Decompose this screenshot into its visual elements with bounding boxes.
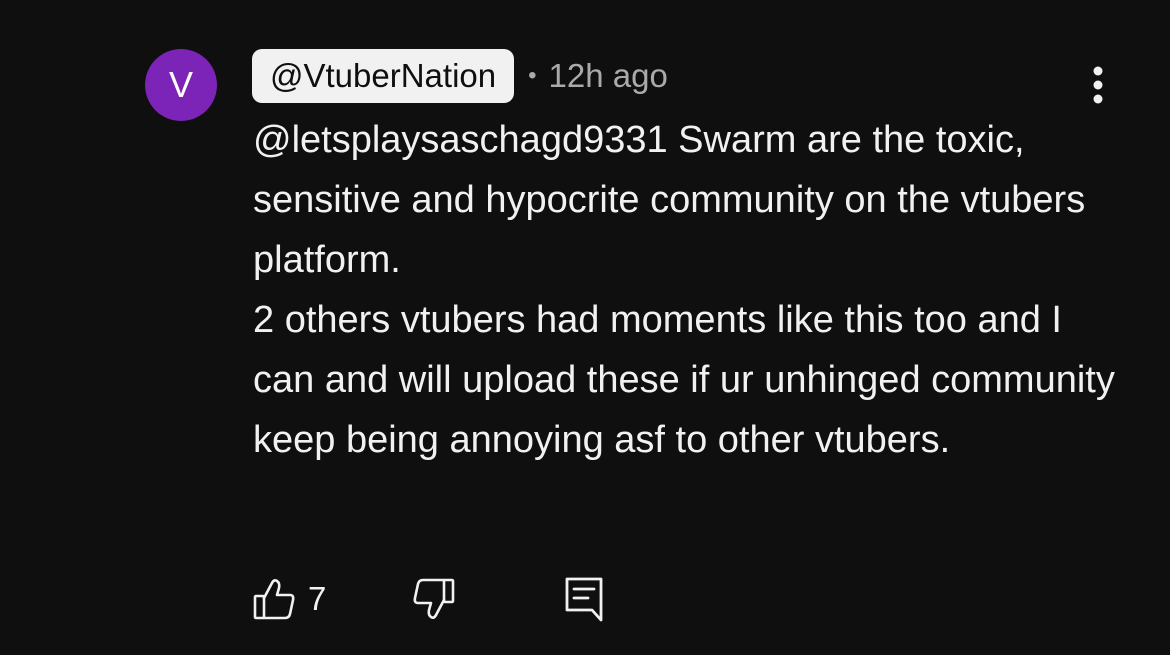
author-handle-chip[interactable]: @VtuberNation [252, 49, 515, 103]
comment-header: @VtuberNation • 12h ago [252, 49, 668, 103]
comment-paragraph: 2 others vtubers had moments like this t… [253, 299, 1115, 461]
more-vertical-icon [1093, 66, 1103, 104]
separator-dot: • [528, 62, 537, 89]
author-handle: @VtuberNation [270, 57, 497, 94]
comment-timestamp[interactable]: 12h ago [549, 57, 668, 95]
comment-body: @letsplaysaschagd9331 Swarm are the toxi… [253, 110, 1133, 470]
thumbs-up-icon [253, 579, 295, 620]
comment-paragraph: @letsplaysaschagd9331 Swarm are the toxi… [253, 119, 1086, 281]
avatar-letter: V [168, 64, 193, 105]
dislike-button[interactable] [412, 572, 456, 626]
comment-actions: 7 [252, 572, 604, 626]
thumbs-down-icon [413, 578, 455, 619]
like-button[interactable]: 7 [252, 572, 326, 626]
like-count: 7 [308, 580, 327, 617]
comment-thread: V @VtuberNation • 12h ago @letsplaysasch… [0, 0, 1170, 655]
avatar[interactable]: V [145, 49, 217, 121]
reply-button[interactable] [564, 572, 604, 626]
more-options-button[interactable] [1080, 62, 1116, 108]
reply-comment-icon [565, 577, 603, 622]
